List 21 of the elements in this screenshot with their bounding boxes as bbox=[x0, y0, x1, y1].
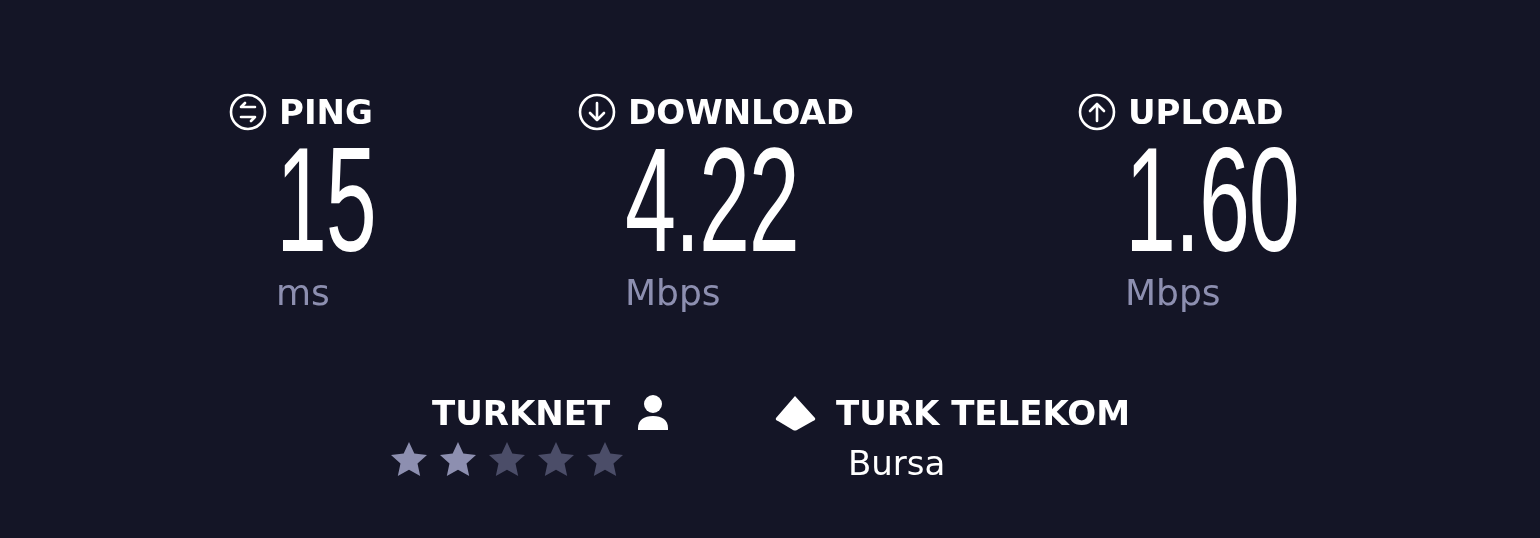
server-location: Bursa bbox=[848, 443, 946, 483]
isp-name: TURKNET bbox=[432, 393, 611, 433]
metric-value: 4.22 bbox=[625, 136, 799, 264]
metric-unit: Mbps bbox=[1125, 272, 1221, 313]
metric-label: PING bbox=[279, 92, 373, 132]
metric-unit: ms bbox=[276, 272, 330, 313]
empty-star-icon bbox=[488, 441, 526, 479]
download-icon bbox=[578, 93, 616, 131]
filled-star-icon bbox=[439, 441, 477, 479]
metric-value: 15 bbox=[276, 136, 376, 264]
empty-star-icon bbox=[537, 441, 575, 479]
metric-unit: Mbps bbox=[625, 272, 721, 313]
server-name: TURK TELEKOM bbox=[836, 393, 1131, 433]
metric-label: DOWNLOAD bbox=[628, 92, 855, 132]
filled-star-icon bbox=[390, 441, 428, 479]
metric-value: 1.60 bbox=[1125, 136, 1299, 264]
ping-icon bbox=[229, 93, 267, 131]
server-icon bbox=[775, 395, 816, 431]
empty-star-icon bbox=[586, 441, 624, 479]
metric-label: UPLOAD bbox=[1128, 92, 1284, 132]
upload-icon bbox=[1078, 93, 1116, 131]
